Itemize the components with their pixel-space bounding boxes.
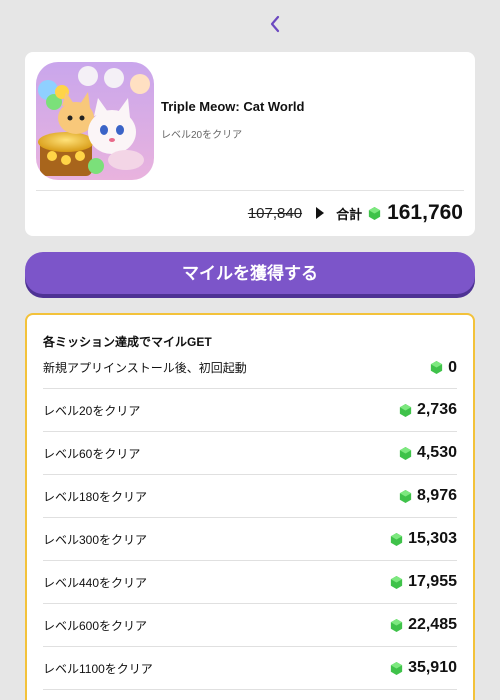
mission-reward: 15,303 bbox=[390, 530, 457, 548]
mission-label: レベル440をクリア bbox=[43, 575, 148, 590]
gem-icon bbox=[399, 403, 412, 417]
mission-label: レベル60をクリア bbox=[43, 446, 141, 461]
divider bbox=[36, 190, 464, 191]
reward-value: 8,976 bbox=[416, 487, 457, 504]
reward-value: 0 bbox=[448, 358, 457, 376]
mission-row: 新規アプリインストール後、初回起動 0 bbox=[43, 347, 457, 389]
app-title: Triple Meow: Cat World bbox=[161, 99, 305, 114]
mission-reward: 17,955 bbox=[390, 573, 457, 591]
mission-label: レベル600をクリア bbox=[43, 618, 148, 633]
mission-reward: 22,485 bbox=[390, 616, 457, 634]
mission-label: レベル180をクリア bbox=[43, 489, 148, 504]
mission-reward: 0 bbox=[430, 359, 457, 377]
mission-label: レベル1100をクリア bbox=[43, 661, 153, 676]
mission-reward: 35,910 bbox=[390, 659, 457, 677]
mission-label: 新規アプリインストール後、初回起動 bbox=[43, 361, 247, 375]
old-total-value: 107,840 bbox=[247, 204, 303, 222]
gem-icon bbox=[368, 206, 381, 220]
mission-row: レベル180をクリア 8,976 bbox=[43, 475, 457, 518]
mission-reward: 2,736 bbox=[399, 401, 457, 419]
mission-row: レベル300をクリア 15,303 bbox=[43, 518, 457, 561]
chevron-left-icon bbox=[270, 15, 280, 33]
arrow-right-icon bbox=[316, 207, 325, 219]
app-icon[interactable] bbox=[36, 62, 154, 180]
reward-value: 4,530 bbox=[416, 444, 457, 461]
mission-reward: 8,976 bbox=[399, 487, 457, 505]
gem-icon bbox=[390, 661, 403, 675]
mission-row: レベル20をクリア 2,736 bbox=[43, 389, 457, 432]
app-subtitle: レベル20をクリア bbox=[161, 130, 243, 141]
mission-label: レベル20をクリア bbox=[43, 403, 141, 418]
mission-label: レベル300をクリア bbox=[43, 532, 148, 547]
reward-value: 17,955 bbox=[408, 573, 457, 590]
mission-row: レベル600をクリア 22,485 bbox=[43, 604, 457, 647]
gem-icon bbox=[399, 489, 412, 503]
reward-value: 35,910 bbox=[408, 659, 457, 676]
mission-row: レベル1100をクリア 35,910 bbox=[43, 647, 457, 690]
mission-row: レベル60をクリア 4,530 bbox=[43, 432, 457, 475]
app-card: Triple Meow: Cat World レベル20をクリア 107,840… bbox=[25, 52, 475, 236]
gem-icon bbox=[390, 618, 403, 632]
earn-miles-button[interactable]: マイルを獲得する bbox=[25, 252, 475, 294]
gem-icon bbox=[390, 575, 403, 589]
mission-card: 各ミッション達成でマイルGET 新規アプリインストール後、初回起動 0 レベル2… bbox=[25, 313, 475, 700]
mission-title: 各ミッション達成でマイルGET bbox=[43, 335, 212, 349]
reward-value: 15,303 bbox=[408, 530, 457, 547]
total-value: 161,760 bbox=[387, 201, 463, 224]
mission-reward: 4,530 bbox=[399, 444, 457, 462]
gem-icon bbox=[390, 532, 403, 546]
gem-icon bbox=[430, 361, 443, 374]
total-label: 合計 bbox=[336, 206, 363, 222]
back-button[interactable] bbox=[262, 10, 288, 38]
reward-value: 2,736 bbox=[416, 401, 457, 418]
gem-icon bbox=[399, 446, 412, 460]
reward-value: 22,485 bbox=[408, 616, 457, 633]
mission-row: レベル440をクリア 17,955 bbox=[43, 561, 457, 604]
total-row: 107,840 合計 161,760 bbox=[248, 198, 463, 228]
